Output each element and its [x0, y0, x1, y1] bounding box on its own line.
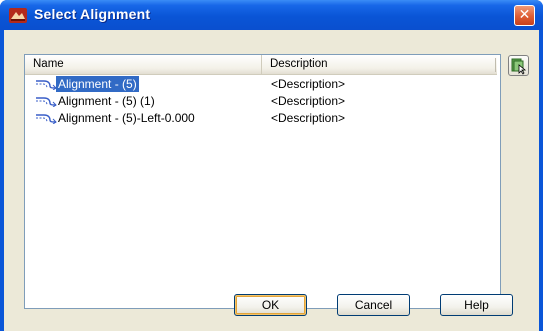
alignment-icon — [36, 97, 57, 107]
ok-button[interactable]: OK — [234, 294, 307, 316]
column-header-end-separator — [495, 58, 496, 72]
select-alignment-dialog: Select Alignment ✕ Name Description Alig… — [0, 0, 543, 331]
column-header-name[interactable]: Name — [25, 55, 262, 75]
list-item[interactable]: Alignment - (5) (1) <Description> — [25, 93, 500, 110]
cancel-button[interactable]: Cancel — [337, 294, 410, 316]
app-icon — [9, 8, 27, 23]
row-name: Alignment - (5) — [56, 76, 139, 92]
alignment-icon — [36, 80, 57, 90]
row-description: <Description> — [271, 111, 346, 125]
title-bar[interactable]: Select Alignment ✕ — [0, 0, 543, 30]
dialog-body: Name Description Alignment - (5) <Descri… — [4, 30, 539, 331]
pick-from-drawing-button[interactable] — [508, 55, 529, 76]
row-name: Alignment - (5)-Left-0.000 — [58, 111, 195, 125]
help-button[interactable]: Help — [440, 294, 513, 316]
alignment-list[interactable]: Name Description Alignment - (5) <Descri… — [24, 54, 501, 309]
row-name: Alignment - (5) (1) — [58, 94, 155, 108]
row-description: <Description> — [271, 94, 346, 108]
row-description: <Description> — [271, 77, 346, 91]
column-header-description[interactable]: Description — [262, 55, 497, 75]
close-button[interactable]: ✕ — [514, 5, 535, 26]
column-header-description-label: Description — [270, 58, 328, 70]
list-item[interactable]: Alignment - (5)-Left-0.000 <Description> — [25, 110, 500, 127]
pick-from-drawing-icon — [511, 58, 527, 75]
alignment-icon — [36, 114, 57, 124]
window-title: Select Alignment — [34, 6, 151, 22]
list-item[interactable]: Alignment - (5) <Description> — [25, 76, 500, 93]
